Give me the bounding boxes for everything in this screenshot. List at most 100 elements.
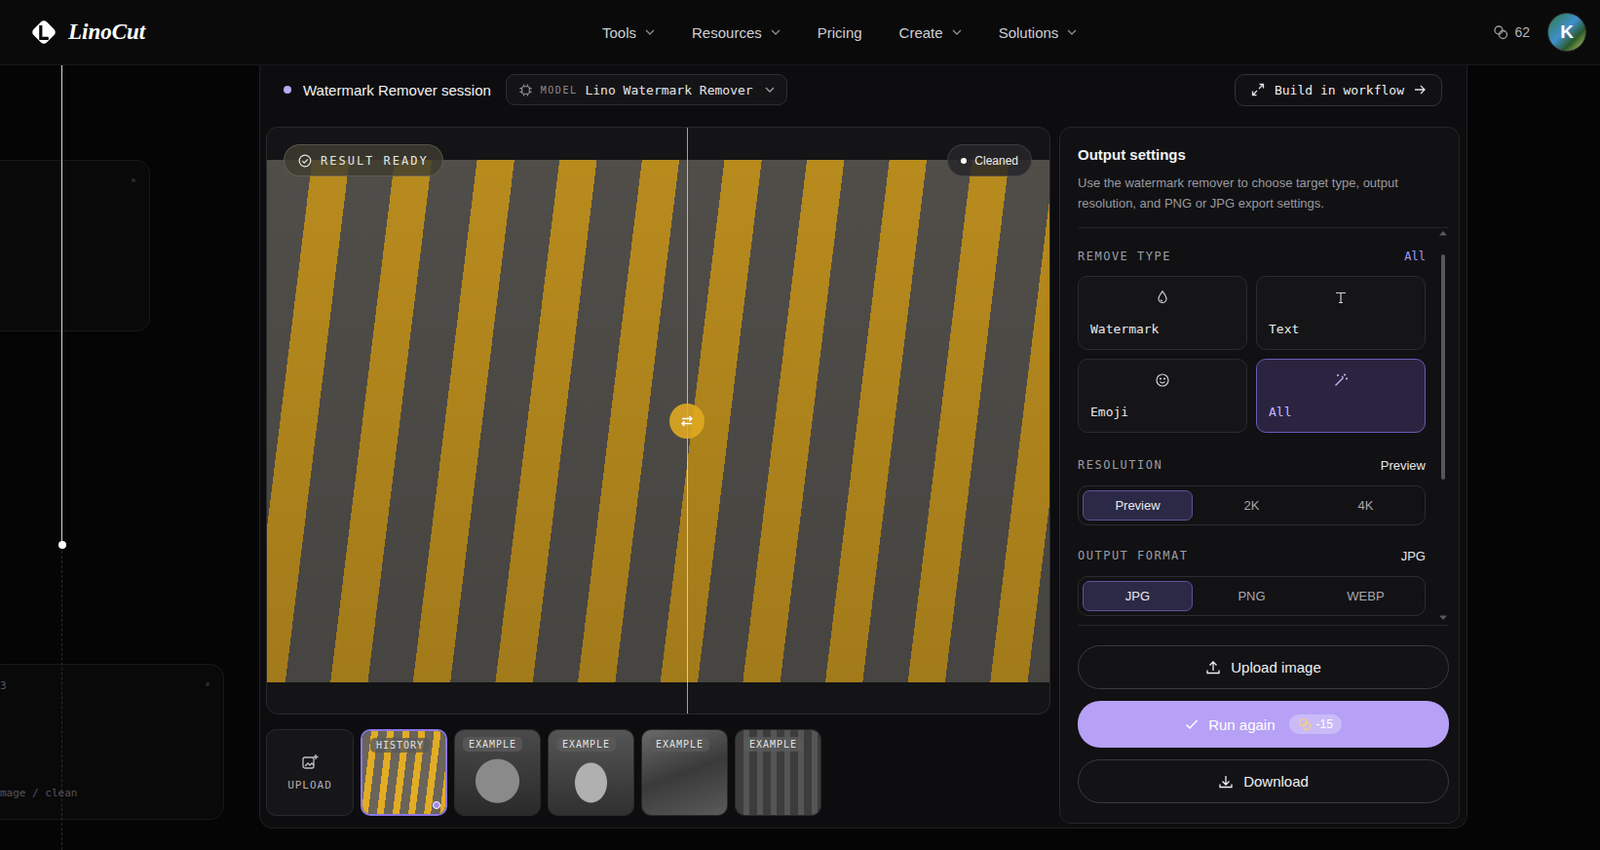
upload-image-label: Upload image <box>1230 658 1322 676</box>
preview-column: RESULT READY Cleaned UPLOAD HISTORY EXAMPLE E… <box>266 126 1051 824</box>
segment-option[interactable]: 2K <box>1196 490 1307 521</box>
section-label: RESOLUTION <box>1077 457 1163 472</box>
section-header: RESOLUTION Preview <box>1077 456 1426 474</box>
segment-option[interactable]: WEBP <box>1310 580 1421 611</box>
session-header: Watermark Remover session MODELLino Water… <box>266 73 1458 107</box>
arrow-right-icon <box>1413 84 1426 95</box>
upload-tile-body: UPLOAD <box>266 729 353 815</box>
thumbnail[interactable]: UPLOAD <box>266 728 354 816</box>
remove-type-label: All <box>1268 404 1413 420</box>
remove-type-label: Emoji <box>1090 404 1235 420</box>
upload-image-button[interactable]: Upload image <box>1077 645 1449 689</box>
remove-type-card[interactable]: Text <box>1256 275 1426 350</box>
coins-icon <box>1492 24 1509 40</box>
model-name: Lino Watermark Remover <box>584 82 753 98</box>
remove-type-card[interactable]: Emoji <box>1077 358 1248 433</box>
backdrop-dot <box>131 178 136 183</box>
credit-cost: -15 <box>1289 714 1342 734</box>
section-value: Preview <box>1380 457 1426 473</box>
thumbnail[interactable]: EXAMPLE <box>547 728 635 816</box>
timeline-dot <box>58 540 67 549</box>
result-status: RESULT READY <box>320 153 429 168</box>
segment-option[interactable]: Preview <box>1082 490 1193 521</box>
segment-option[interactable]: 4K <box>1310 490 1421 521</box>
session-title: Watermark Remover session <box>303 81 492 99</box>
credit-cost-value: -15 <box>1316 717 1334 731</box>
check-circle-icon <box>298 153 312 168</box>
section-value: All <box>1404 249 1426 264</box>
action-buttons: Upload image Run again -15 Download <box>1077 645 1449 803</box>
compare-handle[interactable] <box>669 403 705 439</box>
nav-label: Pricing <box>817 24 863 41</box>
main-nav: Tools Resources Pricing Create Solutions <box>602 24 1077 41</box>
settings-scroll-area: REMOVE TYPEAll Watermark Text Emoji All RESOL… <box>1077 227 1449 626</box>
backdrop-card <box>0 159 151 332</box>
thumbnail[interactable]: HISTORY <box>360 728 448 816</box>
remove-type-grid: Watermark Text Emoji All <box>1077 275 1426 433</box>
download-button[interactable]: Download <box>1077 759 1449 803</box>
scroll-down-icon <box>1438 614 1448 621</box>
chevron-down-icon <box>1066 29 1077 36</box>
credits[interactable]: 62 <box>1492 24 1530 40</box>
thumbnail[interactable]: EXAMPLE <box>641 728 728 816</box>
build-workflow-button[interactable]: Build in workflow <box>1234 74 1443 107</box>
thumbnail-label: EXAMPLE <box>556 736 616 752</box>
add-image-icon <box>301 753 319 771</box>
main-area: 3mage / clean Watermark Remover session MO… <box>0 65 1600 850</box>
session-body: RESULT READY Cleaned UPLOAD HISTORY EXAMPLE E… <box>266 126 1458 824</box>
credit-count: 62 <box>1514 24 1530 40</box>
settings-description: Use the watermark remover to choose targ… <box>1077 172 1449 214</box>
nav-item[interactable]: Tools <box>602 24 655 41</box>
download-icon <box>1218 773 1234 790</box>
upload-label: UPLOAD <box>287 778 333 792</box>
scrollbar-track <box>1441 243 1446 608</box>
chip-icon <box>518 82 534 98</box>
nav-label: Create <box>899 24 944 41</box>
chevron-down-icon <box>645 29 655 36</box>
upload-icon <box>1205 659 1221 676</box>
settings-scrollbar[interactable] <box>1437 229 1449 621</box>
text-icon <box>1268 289 1413 305</box>
run-again-label: Run again <box>1208 716 1275 733</box>
selected-dot <box>432 800 441 809</box>
scrollbar-thumb[interactable] <box>1441 254 1446 480</box>
expand-icon <box>1251 82 1265 97</box>
top-bar: LinoCut Tools Resources Pricing Create Soluti… <box>0 0 1600 66</box>
timeline-line <box>61 65 63 545</box>
model-select[interactable]: MODELLino Watermark Remover <box>505 74 788 106</box>
section-header: REMOVE TYPEAll <box>1077 247 1426 266</box>
backdrop: 3mage / clean <box>0 65 260 850</box>
thumbnail-strip: UPLOAD HISTORY EXAMPLE EXAMPLE EXAMPLE EXAMPL… <box>266 728 1051 816</box>
thumbnail-label: EXAMPLE <box>743 736 803 752</box>
logo-text: LinoCut <box>68 19 146 45</box>
session-panel: Watermark Remover session MODELLino Water… <box>259 65 1468 829</box>
segmented-control: Preview2K4K <box>1077 485 1426 526</box>
avatar[interactable]: K <box>1547 12 1587 52</box>
chevron-down-icon <box>770 29 781 36</box>
nav-item[interactable]: Create <box>899 24 962 41</box>
result-photo <box>266 159 1050 683</box>
segment-option[interactable]: JPG <box>1082 580 1193 611</box>
thumbnail[interactable]: EXAMPLE <box>454 728 541 816</box>
build-workflow-label: Build in workflow <box>1274 82 1405 98</box>
remove-type-label: Watermark <box>1090 321 1235 337</box>
remove-type-card[interactable]: All <box>1256 358 1426 433</box>
section-value: JPG <box>1401 548 1426 564</box>
nav-item[interactable]: Pricing <box>817 24 863 41</box>
download-label: Download <box>1243 772 1309 790</box>
thumbnail-label: EXAMPLE <box>462 736 523 752</box>
run-again-button[interactable]: Run again -15 <box>1077 700 1449 748</box>
section-label: OUTPUT FORMAT <box>1077 548 1188 563</box>
backdrop-caption: mage / clean <box>0 786 77 800</box>
nav-item[interactable]: Solutions <box>998 24 1078 41</box>
nav-item[interactable]: Resources <box>691 24 781 41</box>
segment-option[interactable]: PNG <box>1196 580 1307 611</box>
backdrop-dot <box>205 682 210 686</box>
remove-type-card[interactable]: Watermark <box>1077 275 1248 350</box>
logo-icon <box>27 15 61 49</box>
logo[interactable]: LinoCut <box>27 15 603 49</box>
thumbnail[interactable]: EXAMPLE <box>734 728 822 816</box>
section-header: OUTPUT FORMAT JPG <box>1077 546 1426 565</box>
nav-label: Solutions <box>998 24 1060 41</box>
cleaned-label: Cleaned <box>974 153 1019 168</box>
